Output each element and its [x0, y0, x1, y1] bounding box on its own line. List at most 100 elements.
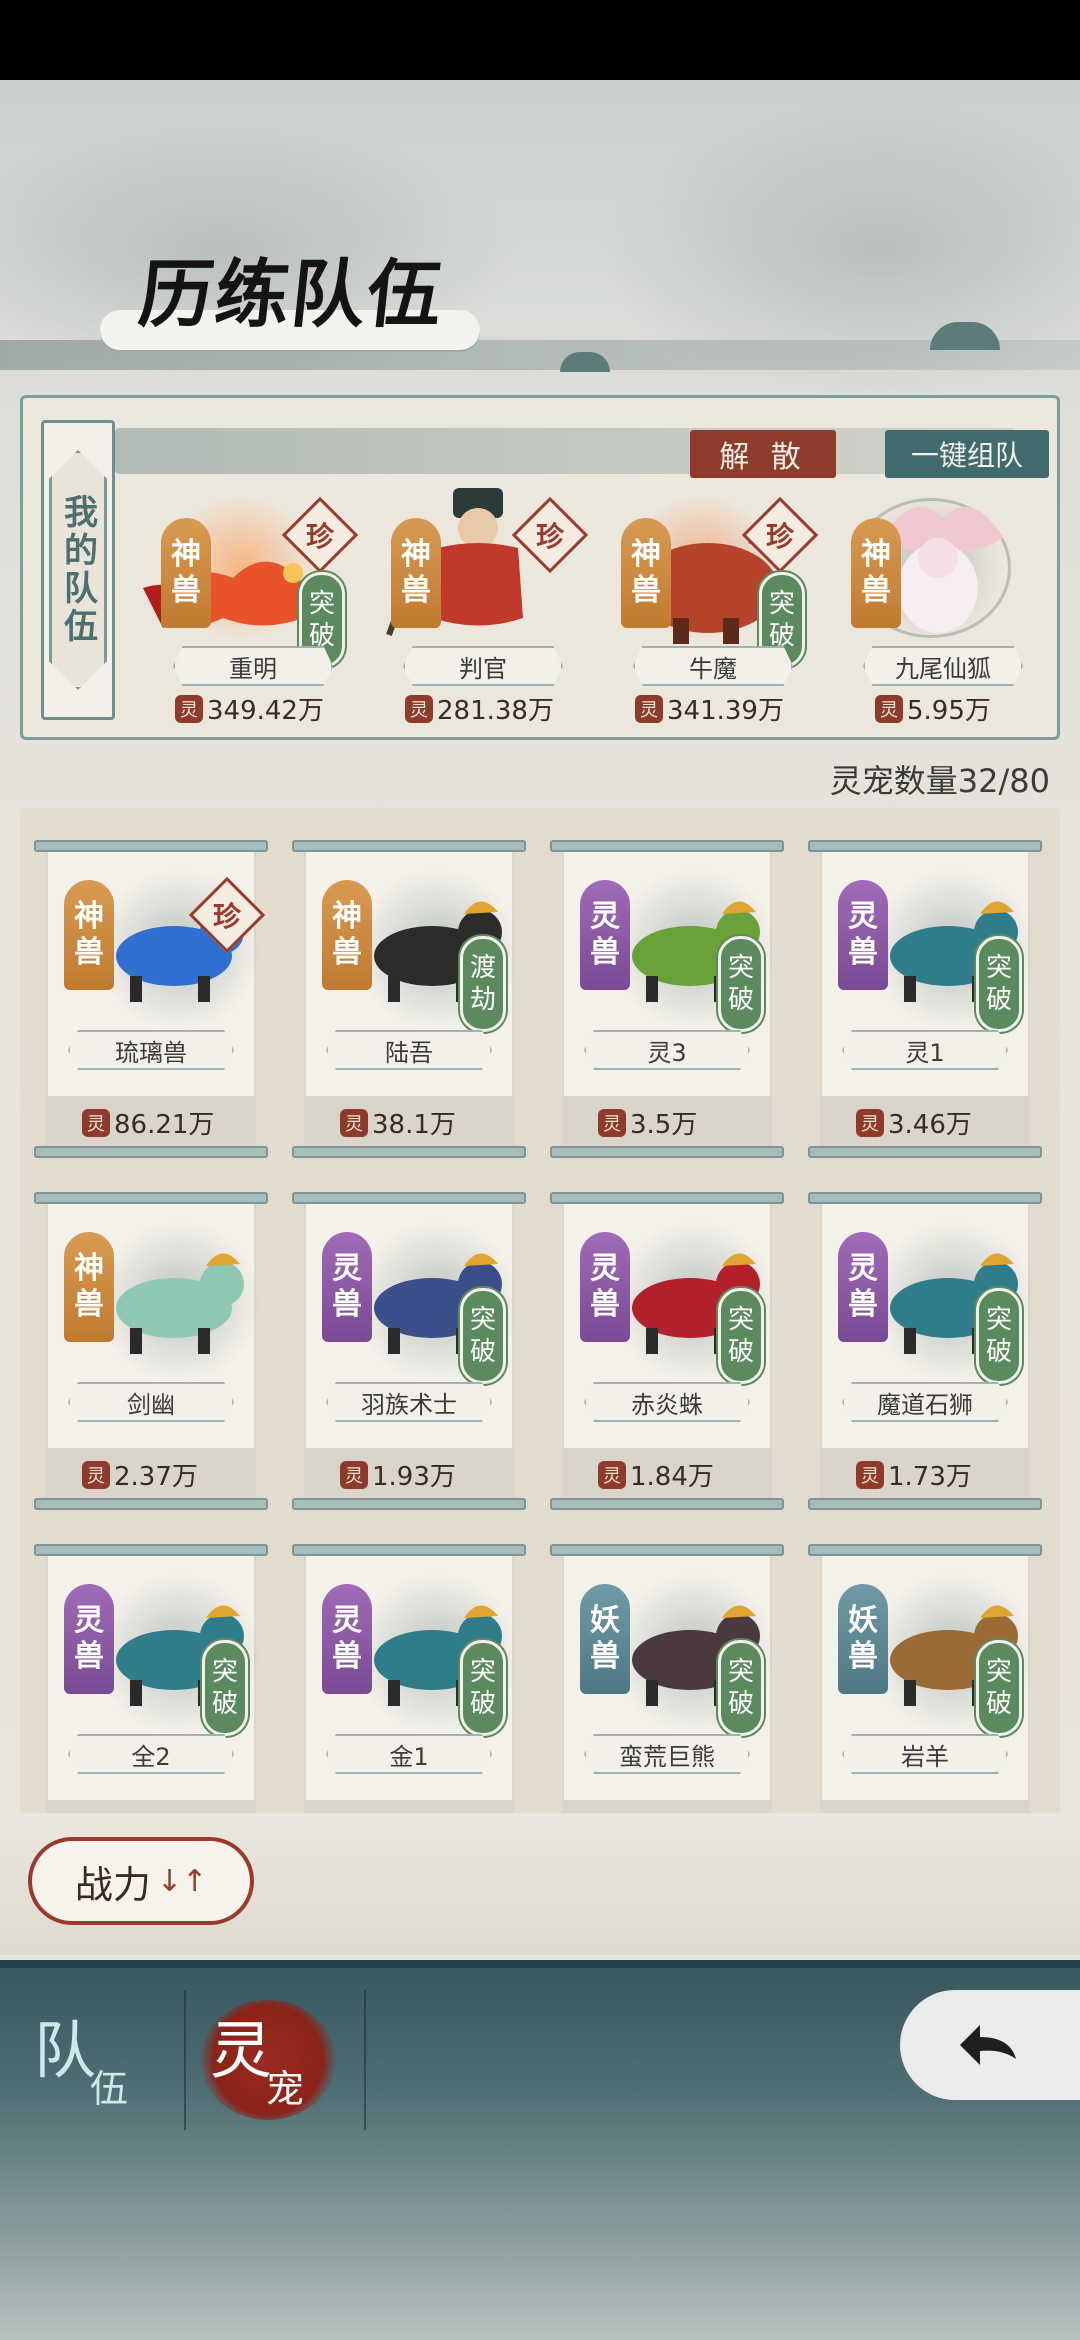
grade-badge: 灵兽: [838, 880, 888, 990]
status-bar: [0, 0, 1080, 80]
scroll-rod: [808, 840, 1042, 852]
tab-pets[interactable]: 灵 宠: [196, 2000, 346, 2120]
scroll-rod: [34, 1146, 268, 1158]
sort-by-power-button[interactable]: 战力 ↓↑: [28, 1837, 254, 1925]
pet-grid: 神兽珍琉璃兽灵 86.21万神兽渡劫陆吾灵 38.1万灵兽突破灵3 灵 3.5万灵兽突破…: [20, 808, 1060, 1813]
power-value: 灵 3.5万: [598, 1104, 697, 1141]
pet-card[interactable]: 灵兽突破羽族术士灵 1.93万: [292, 1192, 526, 1510]
tab-team[interactable]: 队 伍: [20, 2000, 170, 2120]
pet-card[interactable]: 灵兽突破灵3 灵 3.5万: [550, 840, 784, 1158]
scroll-rod: [550, 1544, 784, 1556]
pet-card[interactable]: 灵兽突破赤炎蛛灵 1.84万: [550, 1192, 784, 1510]
team-slot[interactable]: 神兽 九尾仙狐 灵 5.95万: [813, 478, 1043, 728]
power-value: 灵 2.37万: [82, 1456, 198, 1493]
status-badge: 突破: [976, 936, 1022, 1032]
pet-card[interactable]: 灵兽突破全2 灵1.71万: [34, 1544, 268, 1813]
back-button[interactable]: [900, 1990, 1080, 2100]
power-icon: 灵: [340, 1108, 368, 1137]
status-badge: 突破: [718, 1640, 764, 1736]
scroll-rod: [34, 1498, 268, 1510]
pet-name: 羽族术士: [326, 1382, 492, 1422]
grade-badge: 神兽: [851, 518, 901, 628]
tab-team-big: 队: [34, 2014, 97, 2087]
power-icon: 灵: [82, 1812, 110, 1813]
power-icon: 灵: [856, 1460, 884, 1489]
grade-badge: 灵兽: [838, 1232, 888, 1342]
pet-card[interactable]: 灵兽突破金1 灵1.7万: [292, 1544, 526, 1813]
pet-card[interactable]: 妖兽突破岩羊灵1.65万: [808, 1544, 1042, 1813]
status-badge: 突破: [976, 1640, 1022, 1736]
power-icon: 灵: [635, 694, 663, 723]
power-value: 灵1.7万: [340, 1808, 439, 1813]
tab-team-small: 伍: [90, 2067, 129, 2111]
scroll-rod: [292, 1498, 526, 1510]
power-icon: 灵: [598, 1460, 626, 1489]
team-slot[interactable]: 神兽 珍 突破 重明 灵 349.42万: [123, 478, 359, 728]
pet-card[interactable]: 神兽渡劫陆吾灵 38.1万: [292, 840, 526, 1158]
power-icon: 灵: [340, 1460, 368, 1489]
grade-badge: 神兽: [391, 518, 441, 628]
status-badge: 突破: [976, 1288, 1022, 1384]
pet-name: 琉璃兽: [68, 1030, 234, 1070]
power-icon: 灵: [82, 1108, 110, 1137]
power-value: 灵 349.42万: [175, 690, 324, 727]
pet-card[interactable]: 灵兽突破魔道石狮灵 1.73万: [808, 1192, 1042, 1510]
nav-separator: [184, 1990, 186, 2130]
pet-name: 全2: [68, 1734, 234, 1774]
pet-card[interactable]: 妖兽突破蛮荒巨熊灵1.66万: [550, 1544, 784, 1813]
auto-team-button[interactable]: 一键组队: [885, 430, 1049, 478]
power-value: 灵 341.39万: [635, 690, 784, 727]
pet-name: 岩羊: [842, 1734, 1008, 1774]
my-team-label: 我的队伍: [57, 494, 98, 646]
scroll-rod: [550, 1146, 784, 1158]
sort-label: 战力: [74, 1862, 151, 1907]
grade-badge: 神兽: [64, 880, 114, 990]
scroll-rod: [808, 1192, 1042, 1204]
team-slot[interactable]: 神兽 珍 判官 灵 281.38万: [353, 478, 589, 728]
power-icon: 灵: [875, 694, 903, 723]
scroll-rod: [292, 1544, 526, 1556]
pet-name: 灵1: [842, 1030, 1008, 1070]
scroll-rod: [550, 840, 784, 852]
team-panel: 我的队伍 解 散 一键组队 神兽 珍 突破 重明 灵 349.42万 神 兽 珍…: [20, 395, 1060, 740]
pet-name: 金1: [326, 1734, 492, 1774]
power-value: 灵 281.38万: [405, 690, 554, 727]
grade-badge: 灵兽: [580, 880, 630, 990]
scroll-rod: [34, 1544, 268, 1556]
pet-name: 陆吾: [326, 1030, 492, 1070]
pet-card[interactable]: 神兽剑幽灵 2.37万: [34, 1192, 268, 1510]
grade-badge: 妖兽: [580, 1584, 630, 1694]
status-badge: 突破: [460, 1640, 506, 1736]
power-value: 灵 1.93万: [340, 1456, 456, 1493]
grade-badge: 灵兽: [580, 1232, 630, 1342]
power-value: 灵1.71万: [82, 1808, 198, 1813]
power-value: 灵 86.21万: [82, 1104, 214, 1141]
tab-pets-small: 宠: [266, 2067, 305, 2111]
bottom-nav: 队 伍 灵 宠: [0, 1960, 1080, 2340]
power-value: 灵1.65万: [856, 1808, 972, 1813]
power-icon: 灵: [856, 1812, 884, 1813]
pet-name: 剑幽: [68, 1382, 234, 1422]
scroll-rod: [550, 1192, 784, 1204]
pet-name: 牛魔: [633, 646, 793, 686]
nav-separator: [364, 1990, 366, 2130]
status-badge: 突破: [718, 1288, 764, 1384]
status-badge: 突破: [718, 936, 764, 1032]
power-icon: 灵: [856, 1108, 884, 1137]
power-value: 灵 5.95万: [875, 690, 991, 727]
team-slot[interactable]: 神兽 珍 突破 牛魔 灵 341.39万: [583, 478, 819, 728]
pet-card[interactable]: 神兽珍琉璃兽灵 86.21万: [34, 840, 268, 1158]
scroll-rod: [292, 1192, 526, 1204]
grade-badge: 灵兽: [322, 1584, 372, 1694]
pet-card[interactable]: 灵兽突破灵1 灵 3.46万: [808, 840, 1042, 1158]
disband-button[interactable]: 解 散: [690, 430, 836, 478]
scroll-rod: [34, 1192, 268, 1204]
status-badge: 突破: [460, 1288, 506, 1384]
power-value: 灵 3.46万: [856, 1104, 972, 1141]
power-icon: 灵: [340, 1812, 368, 1813]
status-badge: 突破: [202, 1640, 248, 1736]
grade-badge: 神兽: [322, 880, 372, 990]
grade-badge: 神兽: [161, 518, 211, 628]
power-value: 灵1.66万: [598, 1808, 714, 1813]
status-badge: 渡劫: [460, 936, 506, 1032]
